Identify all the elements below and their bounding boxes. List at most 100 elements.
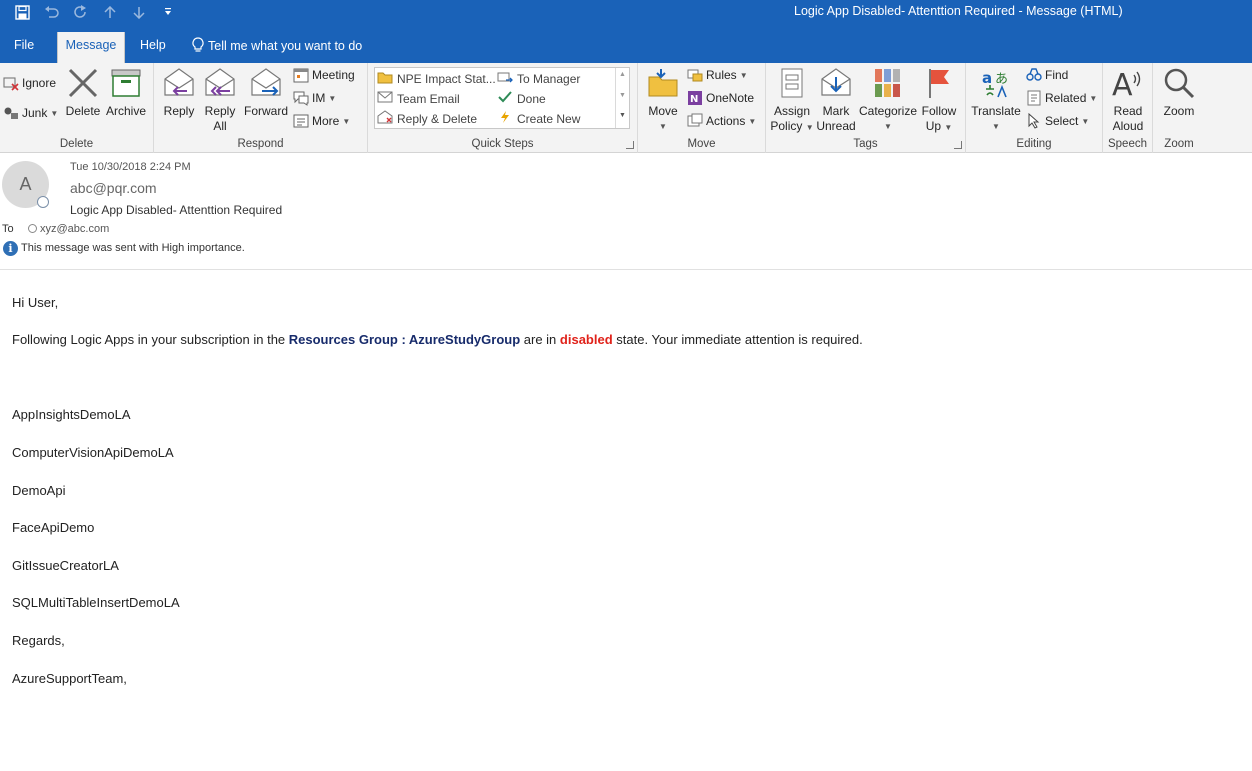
mark-unread-button[interactable]: Mark Unread — [815, 66, 857, 134]
im-button[interactable]: IM ▼ — [293, 90, 336, 106]
delete-group: Ignore Junk ▼ Delete Archive Delete — [0, 63, 154, 153]
reply-all-button[interactable]: Reply All — [200, 66, 240, 134]
flag-icon — [922, 66, 956, 100]
forward-button[interactable]: Forward — [242, 66, 290, 119]
redo-icon[interactable] — [66, 3, 95, 21]
list-item: ComputerVisionApiDemoLA — [12, 445, 174, 460]
zoom-group-label: Zoom — [1164, 138, 1194, 150]
tags-group-label: Tags — [853, 138, 878, 150]
message-date: Tue 10/30/2018 2:24 PM — [70, 161, 191, 173]
regards: Regards, — [12, 633, 65, 648]
speech-group: A Read Aloud Speech — [1103, 63, 1153, 153]
tab-help[interactable]: Help — [140, 32, 170, 63]
chevron-down-icon: ▼ — [50, 108, 59, 118]
related-button[interactable]: Related ▼ — [1026, 90, 1097, 106]
quick-step-npe-impact[interactable]: NPE Impact Stat... — [377, 70, 496, 87]
info-icon: i — [3, 241, 18, 256]
chevron-down-icon: ▼ — [1081, 116, 1090, 126]
onenote-button[interactable]: N OneNote — [687, 90, 754, 106]
svg-text:あ: あ — [995, 72, 1008, 87]
ignore-button[interactable]: Ignore — [3, 75, 56, 91]
quick-step-reply-delete[interactable]: Reply & Delete — [377, 110, 477, 127]
svg-text:a: a — [982, 69, 992, 87]
quick-steps-scrollbar[interactable]: ▲ ▼ ▼ — [615, 68, 629, 128]
tags-launcher-icon[interactable] — [954, 141, 962, 149]
message-header: A Tue 10/30/2018 2:24 PM abc@pqr.com Log… — [0, 153, 1252, 270]
categorize-icon — [871, 66, 905, 100]
list-item: DemoApi — [12, 483, 66, 498]
more-button[interactable]: More ▼ — [293, 113, 350, 129]
move-folder-icon — [646, 66, 680, 100]
meeting-button[interactable]: Meeting — [293, 67, 355, 83]
find-button[interactable]: Find — [1026, 67, 1068, 83]
tab-file[interactable]: File — [14, 32, 36, 63]
up-icon[interactable] — [95, 3, 124, 21]
list-item: AppInsightsDemoLA — [12, 407, 131, 422]
recipient-presence-icon — [28, 224, 37, 233]
quick-steps-launcher-icon[interactable] — [626, 141, 634, 149]
disabled-state: disabled — [559, 332, 613, 347]
scroll-down-icon[interactable]: ▼ — [619, 92, 626, 99]
translate-button[interactable]: aあ Translate ▼ — [970, 66, 1022, 134]
translate-icon: aあ — [979, 66, 1013, 100]
policy-icon — [775, 66, 809, 100]
to-label: To — [2, 223, 14, 235]
editing-group-label: Editing — [1016, 138, 1052, 150]
delete-group-label: Delete — [59, 138, 94, 150]
rules-icon — [687, 67, 703, 83]
down-icon[interactable] — [124, 3, 153, 21]
junk-button[interactable]: Junk ▼ — [3, 105, 58, 121]
tags-group: Assign Policy ▼ Mark Unread Categorize ▼… — [766, 63, 966, 153]
expand-gallery-icon[interactable]: ▼ — [619, 112, 626, 119]
move-group: Move ▼ Rules ▼ N OneNote Actions ▼ Move — [638, 63, 766, 153]
scroll-up-icon[interactable]: ▲ — [619, 71, 626, 78]
customize-icon[interactable] — [153, 3, 182, 21]
reply-icon — [162, 66, 196, 100]
ignore-icon — [3, 75, 19, 91]
archive-icon — [109, 66, 143, 100]
undo-icon[interactable] — [37, 3, 66, 21]
actions-button[interactable]: Actions ▼ — [687, 113, 756, 129]
sender-address[interactable]: abc@pqr.com — [70, 180, 157, 196]
rules-button[interactable]: Rules ▼ — [687, 67, 748, 83]
quick-step-to-manager[interactable]: To Manager — [497, 70, 580, 87]
quick-steps-group: NPE Impact Stat... Team Email Reply & De… — [368, 63, 638, 153]
save-icon[interactable] — [8, 3, 37, 21]
lightbulb-icon — [192, 37, 204, 55]
tab-message[interactable]: Message — [57, 32, 125, 63]
zoom-button[interactable]: Zoom — [1158, 66, 1200, 119]
read-aloud-button[interactable]: A Read Aloud — [1107, 66, 1149, 134]
follow-up-button[interactable]: Follow Up ▼ — [918, 66, 960, 135]
resource-group-name: Resources Group : AzureStudyGroup — [288, 332, 521, 347]
magnifier-icon — [1162, 66, 1196, 100]
chevron-down-icon: ▼ — [944, 123, 953, 132]
email-icon — [377, 90, 393, 107]
chevron-down-icon: ▼ — [342, 116, 351, 126]
select-button[interactable]: Select ▼ — [1026, 113, 1089, 129]
quick-step-done[interactable]: Done — [497, 90, 546, 107]
list-item: SQLMultiTableInsertDemoLA — [12, 595, 180, 610]
assign-policy-button[interactable]: Assign Policy ▼ — [769, 66, 815, 135]
greeting: Hi User, — [12, 295, 59, 310]
cursor-icon — [1026, 113, 1042, 129]
quick-steps-group-label: Quick Steps — [471, 138, 534, 150]
move-button[interactable]: Move ▼ — [644, 66, 682, 134]
delete-icon — [66, 66, 100, 100]
recipient-address[interactable]: xyz@abc.com — [40, 223, 109, 235]
chevron-down-icon: ▼ — [659, 122, 667, 131]
categorize-button[interactable]: Categorize ▼ — [858, 66, 918, 134]
reply-button[interactable]: Reply — [160, 66, 198, 119]
speech-group-label: Speech — [1107, 138, 1147, 150]
quick-step-create-new[interactable]: Create New — [497, 110, 580, 127]
archive-button[interactable]: Archive — [104, 66, 148, 119]
chat-icon — [293, 90, 309, 106]
reply-all-icon — [203, 66, 237, 100]
chevron-down-icon: ▼ — [748, 116, 757, 126]
chevron-down-icon: ▼ — [884, 122, 892, 131]
delete-button[interactable]: Delete — [63, 66, 103, 119]
title-bar: Logic App Disabled- Attenttion Required … — [0, 0, 1252, 24]
tell-me-box[interactable]: Tell me what you want to do — [192, 37, 362, 55]
ribbon: Ignore Junk ▼ Delete Archive Delete Repl… — [0, 63, 1252, 153]
quick-step-team-email[interactable]: Team Email — [377, 90, 460, 107]
quick-access-toolbar — [8, 3, 182, 21]
